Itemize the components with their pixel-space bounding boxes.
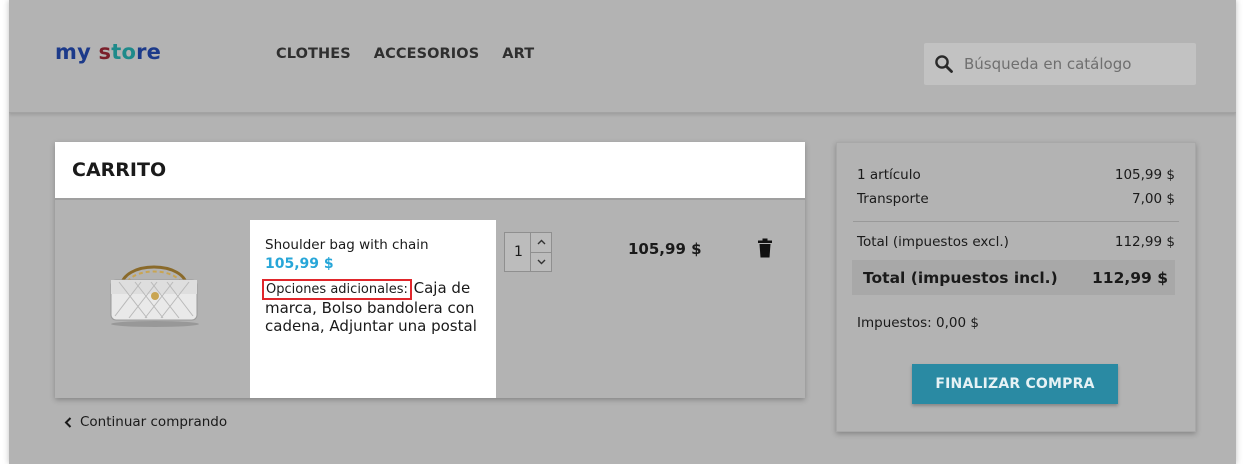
cart-header: CARRITO	[55, 142, 805, 200]
summary-items-label: 1 artículo	[857, 167, 921, 183]
nav-item-accesorios[interactable]: ACCESORIOS	[374, 46, 480, 62]
chevron-left-icon	[64, 416, 72, 428]
summary-divider	[853, 221, 1179, 222]
logo-part-4: re	[136, 40, 162, 64]
summary-taxes-label: Impuestos: 0,00 $	[857, 315, 979, 331]
summary-shipping-value: 7,00 $	[1132, 191, 1175, 207]
chevron-up-icon	[537, 239, 545, 245]
summary-total-incl-value: 112,99 $	[1092, 268, 1168, 287]
main-nav: CLOTHES ACCESORIOS ART	[276, 46, 534, 62]
summary-total-incl-label: Total (impuestos incl.)	[863, 268, 1058, 287]
product-price: 105,99 $	[265, 256, 334, 272]
page-frame: my store CLOTHES ACCESORIOS ART CARRITO	[9, 0, 1236, 464]
continue-shopping-link[interactable]: Continuar comprando	[64, 414, 227, 430]
options-label: Opciones adicionales:	[262, 279, 412, 300]
logo-part-1: my	[55, 40, 91, 64]
summary-shipping-label: Transporte	[857, 191, 929, 207]
cart-item-row: Shoulder bag with chain 105,99 $ Opcione…	[55, 200, 805, 398]
search-icon[interactable]	[934, 53, 956, 75]
quantity-input[interactable]: 1	[505, 233, 531, 271]
summary-total-excl-value: 112,99 $	[1114, 234, 1175, 250]
search-box[interactable]	[924, 43, 1196, 85]
nav-item-art[interactable]: ART	[502, 46, 534, 62]
product-options: Opciones adicionales: Caja de marca, Bol…	[262, 279, 481, 335]
trash-icon[interactable]	[757, 238, 773, 258]
summary-total-excl-label: Total (impuestos excl.)	[857, 234, 1009, 250]
search-input[interactable]	[964, 55, 1184, 73]
summary-taxes-row: Impuestos: 0,00 $	[857, 315, 1175, 331]
cart-summary: 1 artículo 105,99 $ Transporte 7,00 $ To…	[836, 142, 1196, 432]
logo-part-3: to	[111, 40, 137, 64]
cart-title: CARRITO	[72, 159, 167, 181]
summary-items-row: 1 artículo 105,99 $	[857, 167, 1175, 183]
line-total: 105,99 $	[628, 240, 702, 258]
product-name[interactable]: Shoulder bag with chain	[265, 237, 481, 254]
product-details: Shoulder bag with chain 105,99 $ Opcione…	[250, 220, 496, 398]
quantity-buttons	[531, 233, 551, 271]
store-logo[interactable]: my store	[55, 40, 161, 64]
nav-item-clothes[interactable]: CLOTHES	[276, 46, 351, 62]
site-header: my store CLOTHES ACCESORIOS ART	[9, 0, 1236, 113]
checkout-button[interactable]: FINALIZAR COMPRA	[912, 364, 1118, 404]
quantity-up-button[interactable]	[531, 233, 551, 252]
quantity-stepper[interactable]: 1	[504, 232, 552, 272]
chevron-down-icon	[537, 259, 545, 265]
product-image[interactable]	[99, 250, 209, 330]
summary-total-excl-row: Total (impuestos excl.) 112,99 $	[857, 234, 1175, 250]
summary-items-value: 105,99 $	[1114, 167, 1175, 183]
summary-shipping-row: Transporte 7,00 $	[857, 191, 1175, 207]
quantity-down-button[interactable]	[531, 251, 551, 272]
cart-panel: CARRITO Shoulder bag with chain 105,99 $…	[55, 142, 805, 398]
logo-part-2: s	[98, 40, 112, 64]
continue-shopping-label: Continuar comprando	[80, 414, 228, 430]
summary-total-incl-row: Total (impuestos incl.) 112,99 $	[852, 260, 1175, 295]
